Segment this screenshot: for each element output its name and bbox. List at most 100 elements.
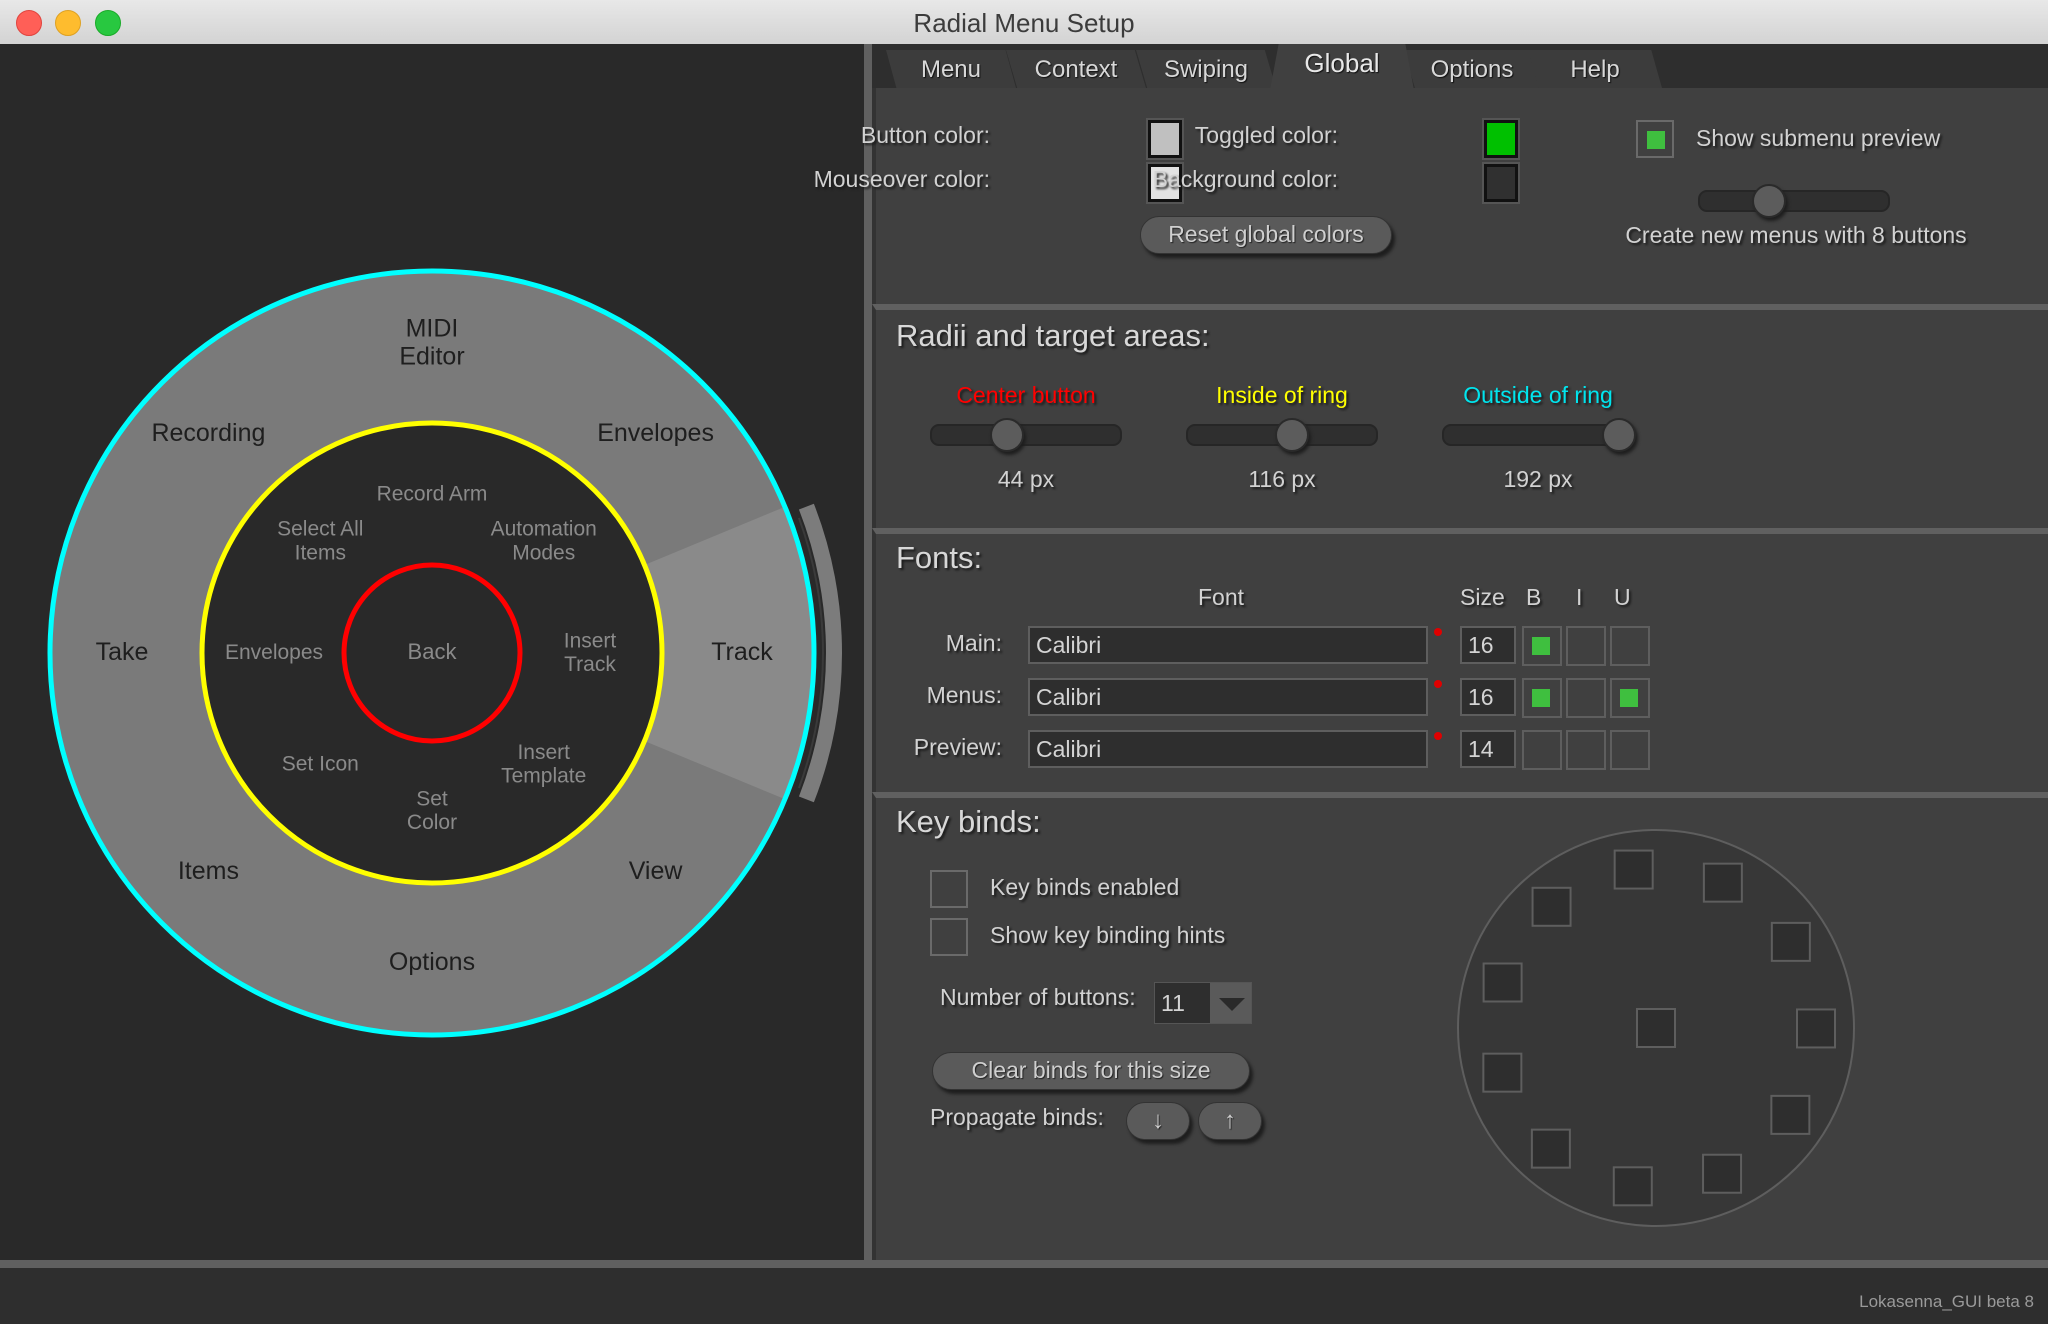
slider-handle[interactable] (1602, 418, 1636, 452)
clear-binds-button[interactable]: Clear binds for this size (932, 1052, 1250, 1090)
radius-slider[interactable] (1186, 418, 1378, 452)
button-color-swatch[interactable] (1146, 118, 1184, 160)
outer-menu-item[interactable]: Options (389, 948, 475, 976)
key-bind-slot[interactable] (1612, 1166, 1653, 1207)
inner-menu-item[interactable]: Set Icon (282, 752, 359, 775)
radius-slider[interactable] (930, 418, 1122, 452)
font-name-input[interactable]: Calibri (1028, 626, 1428, 664)
outer-menu-item[interactable]: Items (178, 857, 239, 885)
dropdown-value: 11 (1155, 983, 1210, 1023)
outer-menu-item[interactable]: MIDI Editor (399, 314, 464, 370)
font-picker-indicator[interactable] (1434, 628, 1442, 636)
slider-handle[interactable] (990, 418, 1025, 452)
center-back-button[interactable]: Back (408, 639, 458, 664)
reset-global-colors-button[interactable]: Reset global colors (1140, 216, 1392, 254)
slider-handle[interactable] (1274, 418, 1309, 452)
font-underline-toggle[interactable] (1610, 730, 1650, 770)
status-bar: Lokasenna_GUI beta 8 (0, 1268, 2048, 1324)
show-submenu-preview-checkbox[interactable] (1636, 120, 1674, 158)
slider-handle[interactable] (1752, 184, 1787, 218)
key-bind-slot[interactable] (1702, 1153, 1743, 1194)
radius-slider-label: Inside of ring (1216, 382, 1348, 408)
tab-swiping[interactable]: Swiping (1136, 50, 1276, 88)
fonts-header: Fonts: (896, 540, 983, 575)
arrow-down-icon: ↓ (1152, 1107, 1164, 1134)
font-size-input[interactable]: 16 (1460, 626, 1516, 664)
colors-panel: Button color: Mouseover color: Toggled c… (814, 88, 2048, 304)
key-bind-slot[interactable] (1770, 921, 1811, 962)
tab-help[interactable]: Help (1528, 50, 1662, 88)
tab-menu[interactable]: Menu (886, 50, 1016, 88)
inner-menu-item[interactable]: Record Arm (377, 483, 488, 506)
font-underline-toggle[interactable] (1610, 678, 1650, 718)
font-name-input[interactable]: Calibri (1028, 730, 1428, 768)
key-bind-slot[interactable] (1482, 962, 1523, 1003)
mouseover-color-label: Mouseover color: (813, 166, 990, 192)
font-column-header: Font (1198, 584, 1245, 610)
propagate-down-button[interactable]: ↓ (1126, 1102, 1190, 1140)
version-label: Lokasenna_GUI beta 8 (1859, 1292, 2034, 1311)
chevron-down-icon (1219, 998, 1245, 1011)
font-bold-toggle[interactable] (1522, 730, 1562, 770)
number-of-buttons-label: Number of buttons: (940, 984, 1136, 1010)
inner-menu-item[interactable]: Envelopes (225, 641, 323, 664)
font-bold-toggle[interactable] (1522, 626, 1562, 666)
font-italic-toggle[interactable] (1566, 730, 1606, 770)
font-underline-toggle[interactable] (1610, 626, 1650, 666)
fonts-panel: Fonts: Font Size B I U Main: Calibri 16 Men… (872, 528, 2048, 792)
key-bind-slot[interactable] (1795, 1008, 1836, 1049)
propagate-binds-label: Propagate binds: (930, 1104, 1104, 1130)
arrow-up-icon: ↑ (1224, 1107, 1236, 1134)
checkbox-checked-icon (1532, 637, 1550, 655)
checkbox-checked-icon (1620, 689, 1638, 707)
toggled-color-swatch[interactable] (1482, 118, 1520, 160)
outer-menu-item[interactable]: Envelopes (597, 418, 714, 446)
font-italic-toggle[interactable] (1566, 678, 1606, 718)
radii-panel: Radii and target areas: Center button 44 … (872, 304, 2048, 528)
key-bind-slot[interactable] (1530, 1128, 1571, 1169)
key-bind-slot[interactable] (1482, 1052, 1523, 1093)
key-bind-slot[interactable] (1702, 862, 1743, 903)
bottom-divider (0, 1260, 2048, 1268)
outer-menu-item[interactable]: Take (96, 638, 149, 666)
keybinds-header: Key binds: (896, 804, 1041, 839)
key-binds-enabled-checkbox[interactable] (930, 870, 968, 908)
propagate-up-button[interactable]: ↑ (1198, 1102, 1262, 1140)
underline-column-header: U (1614, 584, 1631, 610)
tab-bar: Menu Context Swiping Options Help Global (872, 44, 2048, 90)
font-italic-toggle[interactable] (1566, 626, 1606, 666)
outer-menu-item[interactable]: Track (711, 638, 773, 666)
key-bind-slot-center[interactable] (1636, 1008, 1676, 1048)
radius-slider-label: Center button (956, 382, 1096, 408)
font-name-input[interactable]: Calibri (1028, 678, 1428, 716)
number-of-buttons-dropdown[interactable]: 11 (1154, 982, 1252, 1024)
font-picker-indicator[interactable] (1434, 732, 1442, 740)
radial-menu-preview: MIDI Editor Envelopes Track View Options Items… (47, 268, 842, 1038)
window-title: Radial Menu Setup (913, 8, 1135, 38)
font-size-input[interactable]: 14 (1460, 730, 1516, 768)
button-color-label: Button color: (860, 122, 990, 148)
toggled-color-label: Toggled color: (1194, 122, 1338, 148)
tab-context[interactable]: Context (1006, 50, 1146, 88)
font-bold-toggle[interactable] (1522, 678, 1562, 718)
outer-menu-item[interactable]: Recording (151, 418, 265, 446)
inner-menu-item[interactable]: Insert Track (564, 629, 617, 676)
show-submenu-preview-label: Show submenu preview (1696, 125, 1941, 151)
key-bind-slot[interactable] (1531, 886, 1572, 927)
radial-preview-pane: MIDI Editor Envelopes Track View Options Items… (0, 44, 864, 1260)
key-bind-slot[interactable] (1613, 849, 1654, 890)
new-menu-buttons-slider[interactable] (1698, 184, 1890, 218)
key-bind-slot[interactable] (1770, 1094, 1811, 1135)
radius-value: 192 px (1503, 466, 1573, 492)
tab-global[interactable]: Global (1270, 44, 1414, 90)
radius-value: 116 px (1248, 466, 1316, 492)
radius-slider[interactable] (1442, 418, 1636, 452)
show-key-hints-checkbox[interactable] (930, 918, 968, 956)
outer-menu-item[interactable]: View (629, 857, 684, 885)
tab-options[interactable]: Options (1404, 50, 1540, 88)
background-color-swatch[interactable] (1482, 162, 1520, 204)
font-picker-indicator[interactable] (1434, 680, 1442, 688)
font-size-input[interactable]: 16 (1460, 678, 1516, 716)
font-row-label: Menus: (926, 682, 1002, 708)
pane-divider[interactable] (864, 44, 872, 1260)
